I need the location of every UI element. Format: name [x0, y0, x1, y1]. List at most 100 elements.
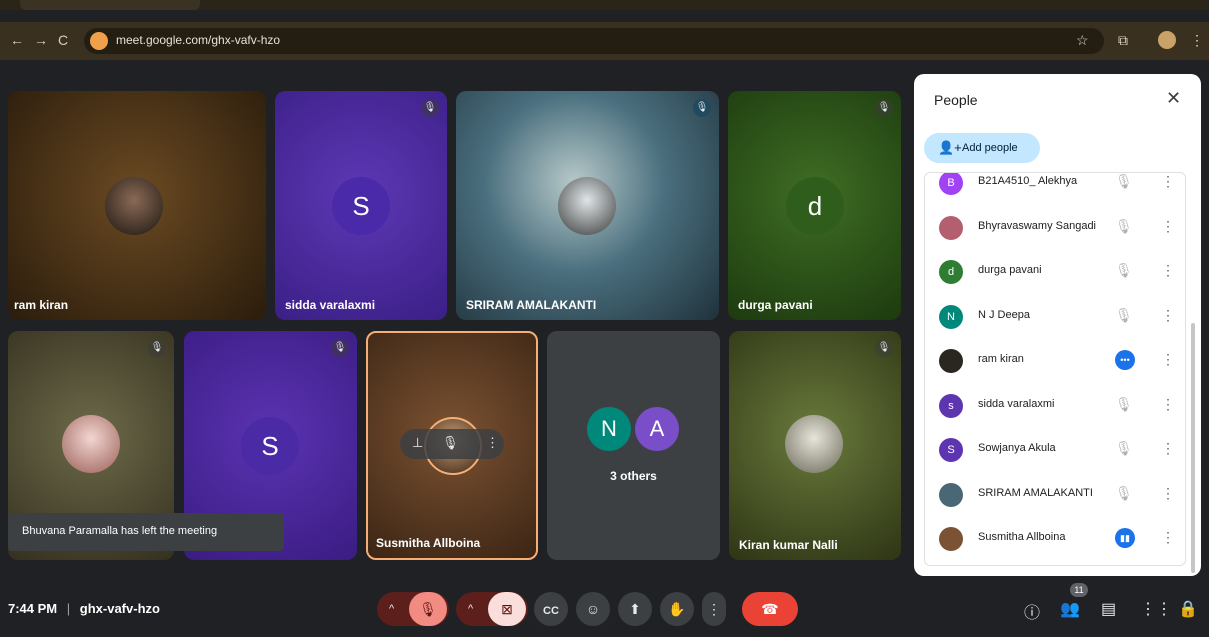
mic-off-icon: 🎙 [1115, 484, 1133, 501]
video-control-group: ^ ⊠ [456, 592, 528, 626]
participant-more-icon[interactable]: ⋮ [1161, 262, 1175, 279]
mic-off-icon: 🎙 [331, 339, 349, 357]
participant-name: B21A4510_ Alekhya [978, 175, 1078, 187]
participant-row[interactable]: Bhyravaswamy Sangadi 🎙 ⋮ [925, 206, 1185, 250]
host-controls-icon[interactable]: 🔒 [1178, 599, 1198, 619]
reload-icon[interactable]: C [58, 32, 68, 48]
meeting-code: ghx-vafv-hzo [79, 601, 160, 616]
present-button[interactable]: ⬆ [618, 592, 652, 626]
back-icon[interactable]: ← [10, 32, 24, 48]
tile-more-icon[interactable]: ⋮ [486, 435, 499, 451]
close-icon[interactable]: ✕ [1166, 88, 1181, 109]
meeting-separator: | [66, 601, 71, 616]
pin-icon[interactable]: ⊥ [412, 435, 423, 451]
participant-avatar [939, 215, 963, 240]
profile-avatar[interactable] [1158, 31, 1176, 49]
captions-button[interactable]: CC [534, 592, 568, 626]
browser-tab-strip [0, 0, 1209, 10]
mic-off-button[interactable]: 🎙 [409, 592, 447, 626]
panel-title: People [934, 92, 978, 108]
participant-row[interactable]: d durga pavani 🎙 ⋮ [925, 250, 1185, 294]
raise-hand-button[interactable]: ✋ [660, 592, 694, 626]
participant-row[interactable]: N N J Deepa 🎙 ⋮ [925, 295, 1185, 339]
audio-options-chevron-icon[interactable]: ^ [389, 592, 394, 626]
mic-off-icon: 🎙 [693, 99, 711, 117]
participant-list-scrollbar[interactable] [1191, 323, 1195, 573]
participant-row[interactable]: S Sowjanya Akula 🎙 ⋮ [925, 428, 1185, 472]
participant-more-icon[interactable]: ⋮ [1161, 307, 1175, 324]
camera-off-button[interactable]: ⊠ [488, 592, 526, 626]
participant-photo [105, 177, 163, 235]
participant-avatar [939, 527, 963, 551]
participant-count-badge: 11 [1070, 583, 1088, 597]
participant-more-icon[interactable]: ⋮ [1161, 218, 1175, 235]
others-avatar: A [635, 407, 679, 451]
omnibox[interactable]: meet.google.com/ghx-vafv-hzo [84, 28, 1104, 54]
emoji-icon: ☺ [585, 601, 601, 617]
participant-row[interactable]: s sidda varalaxmi 🎙 ⋮ [925, 384, 1185, 428]
mic-off-icon: 🎙 [1115, 217, 1133, 234]
participant-name: Susmitha Allboina [978, 531, 1066, 543]
mic-off-icon: 🎙 [1115, 306, 1133, 323]
participant-name: Kiran kumar Nalli [739, 538, 838, 552]
others-tile[interactable]: N A 3 others [547, 331, 720, 560]
browser-menu-icon[interactable]: ⋮ [1190, 32, 1204, 49]
mic-off-icon: 🎙 [148, 339, 166, 357]
participant-tile[interactable]: 🎙 d durga pavani [728, 91, 901, 320]
captions-icon: CC [543, 605, 559, 617]
meeting-details-icon[interactable]: ⓘ [1024, 599, 1040, 623]
participant-tile[interactable]: 🎙 SRIRAM AMALAKANTI [456, 91, 719, 320]
participant-more-icon[interactable]: ⋮ [1161, 485, 1175, 502]
participant-tile-active[interactable]: ⊥ 🎙 ⋮ Susmitha Allboina [366, 331, 538, 560]
add-people-button[interactable]: 👤+ Add people [924, 133, 1040, 163]
emoji-button[interactable]: ☺ [576, 592, 610, 626]
end-call-icon: ☎ [761, 601, 779, 617]
participant-photo [558, 177, 616, 235]
more-options-button[interactable]: ⋮ [702, 592, 726, 626]
more-dots-icon: ••• [1115, 350, 1135, 370]
participant-more-icon[interactable]: ⋮ [1161, 396, 1175, 413]
others-label: 3 others [610, 469, 657, 483]
url-text: meet.google.com/ghx-vafv-hzo [116, 33, 281, 47]
add-person-icon: 👤+ [938, 140, 962, 155]
participant-row[interactable]: Susmitha Allboina ▮▮ ⋮ [925, 517, 1185, 561]
mic-off-icon: 🎙 [1115, 262, 1133, 278]
participant-more-icon[interactable]: ⋮ [1161, 173, 1175, 190]
participant-name: Sowjanya Akula [978, 442, 1056, 454]
meeting-info: 7:44 PM | ghx-vafv-hzo [8, 601, 160, 616]
participant-name: SRIRAM AMALAKANTI [978, 486, 1093, 499]
participant-tile[interactable]: 🎙 S sidda varalaxmi [275, 91, 447, 320]
participant-row[interactable]: ram kiran ••• ⋮ [925, 339, 1185, 383]
site-info-icon[interactable] [90, 32, 108, 50]
end-call-button[interactable]: ☎ [742, 592, 798, 626]
participant-more-icon[interactable]: ⋮ [1161, 529, 1175, 546]
activities-icon[interactable]: ⋮⋮ [1140, 599, 1172, 619]
participant-tile[interactable]: 🎙 Kiran kumar Nalli [729, 331, 901, 560]
participant-letter-avatar: S [241, 417, 299, 475]
more-options-icon: ⋮ [707, 601, 721, 617]
chat-icon[interactable]: ▤ [1101, 599, 1116, 619]
participant-tile[interactable]: ram kiran [8, 91, 266, 320]
participant-row[interactable]: SRIRAM AMALAKANTI 🎙 ⋮ [925, 473, 1185, 517]
video-options-chevron-icon[interactable]: ^ [468, 592, 473, 626]
mic-off-icon: 🎙 [1115, 395, 1133, 412]
forward-icon[interactable]: → [34, 32, 48, 48]
mic-off-icon: 🎙 [1115, 440, 1133, 456]
participant-row[interactable]: B B21A4510_ Alekhya 🎙 ⋮ [925, 173, 1185, 205]
participant-photo [62, 415, 120, 473]
tile-hover-controls: ⊥ 🎙 ⋮ [400, 429, 504, 459]
raise-hand-icon: ✋ [668, 601, 686, 617]
speaking-icon: ▮▮ [1115, 528, 1135, 548]
participant-photo [785, 415, 843, 473]
participant-more-icon[interactable]: ⋮ [1161, 440, 1175, 457]
participant-name: Susmitha Allboina [376, 536, 481, 550]
browser-tab[interactable] [20, 0, 200, 10]
bookmark-star-icon[interactable]: ☆ [1076, 32, 1089, 49]
meeting-time: 7:44 PM [8, 601, 58, 616]
extensions-icon[interactable]: ⧉ [1118, 32, 1128, 49]
participant-more-icon[interactable]: ⋮ [1161, 351, 1175, 368]
people-icon[interactable]: 👥 [1060, 599, 1080, 619]
participant-avatar: B [939, 173, 963, 195]
participant-avatar: s [939, 393, 963, 418]
participant-name: durga pavani [978, 264, 1042, 276]
